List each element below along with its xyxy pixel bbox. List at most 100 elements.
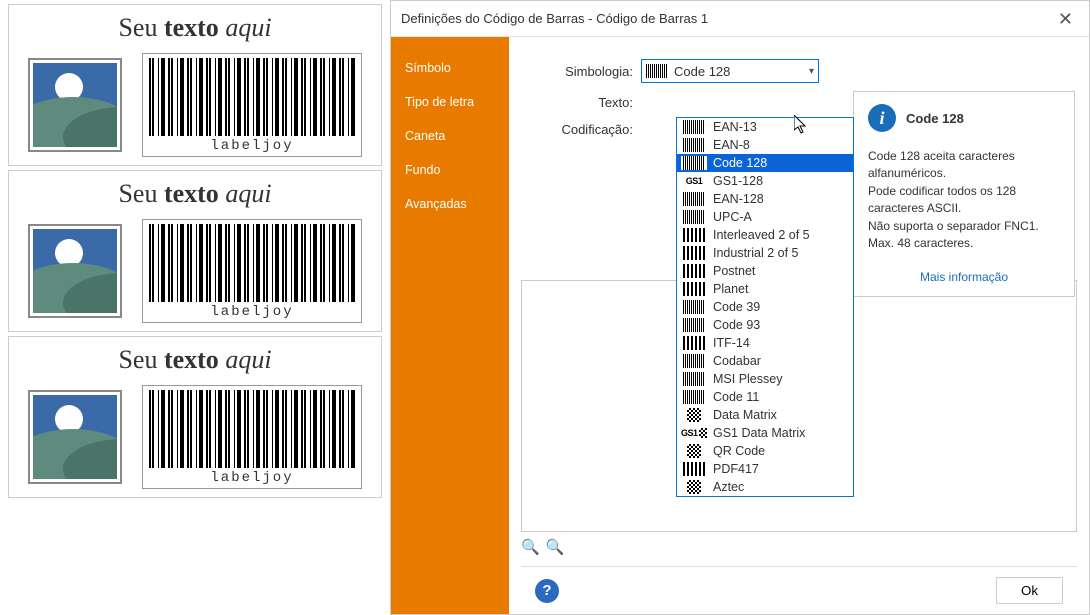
label-instance[interactable]: Seu texto aqui labeljoy	[8, 170, 382, 332]
tab-simbolo[interactable]: Símbolo	[391, 51, 509, 85]
dropdown-option-label: Codabar	[713, 354, 761, 368]
dropdown-option-label: Code 128	[713, 156, 767, 170]
dropdown-option[interactable]: Interleaved 2 of 5	[677, 226, 853, 244]
dropdown-option[interactable]: Data Matrix	[677, 406, 853, 424]
dropdown-option[interactable]: Aztec	[677, 478, 853, 496]
dropdown-option[interactable]: Postnet	[677, 262, 853, 280]
dropdown-option[interactable]: MSI Plessey	[677, 370, 853, 388]
symbology-combobox[interactable]: Code 128 ▾	[641, 59, 819, 83]
dropdown-option-label: Code 39	[713, 300, 760, 314]
dropdown-option[interactable]: Codabar	[677, 352, 853, 370]
dropdown-option-label: Data Matrix	[713, 408, 777, 422]
matrix-code-icon	[681, 480, 707, 494]
matrix-code-icon	[681, 444, 707, 458]
info-description: Code 128 aceita caracteres alfanuméricos…	[868, 148, 1060, 252]
zoom-out-button[interactable]: 🔍	[546, 538, 565, 556]
dropdown-option-label: Code 11	[713, 390, 759, 404]
dropdown-option[interactable]: ITF-14	[677, 334, 853, 352]
dropdown-option-label: PDF417	[713, 462, 759, 476]
barcode-icon	[646, 64, 668, 78]
info-icon: i	[868, 104, 896, 132]
tab-fundo[interactable]: Fundo	[391, 153, 509, 187]
barcode-icon	[681, 318, 707, 332]
label-instance[interactable]: Seu texto aqui labeljoy	[8, 4, 382, 166]
dropdown-option[interactable]: Code 128	[677, 154, 853, 172]
dropdown-option-label: UPC-A	[713, 210, 752, 224]
barcode-icon	[681, 336, 707, 350]
help-button[interactable]: ?	[535, 579, 559, 603]
barcode-icon	[681, 120, 707, 134]
dropdown-option[interactable]: Code 93	[677, 316, 853, 334]
barcode-element[interactable]: labeljoy	[142, 385, 362, 489]
barcode-element[interactable]: labeljoy	[142, 219, 362, 323]
dropdown-option[interactable]: GS1 GS1-128	[677, 172, 853, 190]
dropdown-option[interactable]: Planet	[677, 280, 853, 298]
label-title-text[interactable]: Seu texto aqui	[9, 345, 381, 375]
dropdown-option[interactable]: UPC-A	[677, 208, 853, 226]
dropdown-option[interactable]: Code 39	[677, 298, 853, 316]
combo-selected-value: Code 128	[674, 64, 730, 79]
dropdown-option[interactable]: EAN-8	[677, 136, 853, 154]
gs1-icon: GS1	[681, 174, 707, 188]
dropdown-option-label: MSI Plessey	[713, 372, 782, 386]
dropdown-option[interactable]: EAN-13	[677, 118, 853, 136]
barcode-settings-dialog: Definições do Código de Barras - Código …	[390, 0, 1090, 615]
dropdown-option-label: GS1 Data Matrix	[713, 426, 805, 440]
dropdown-option-label: EAN-128	[713, 192, 764, 206]
barcode-element[interactable]: labeljoy	[142, 53, 362, 157]
dropdown-option[interactable]: Industrial 2 of 5	[677, 244, 853, 262]
image-placeholder[interactable]	[28, 224, 122, 318]
label-title-text[interactable]: Seu texto aqui	[9, 179, 381, 209]
image-placeholder[interactable]	[28, 58, 122, 152]
barcode-icon	[681, 372, 707, 386]
label-codificacao: Codificação:	[521, 122, 641, 137]
dropdown-option[interactable]: PDF417	[677, 460, 853, 478]
label-texto: Texto:	[521, 95, 641, 110]
dropdown-option-label: Interleaved 2 of 5	[713, 228, 810, 242]
tab-tipo-de-letra[interactable]: Tipo de letra	[391, 85, 509, 119]
dropdown-option-label: QR Code	[713, 444, 765, 458]
label-instance[interactable]: Seu texto aqui labeljoy	[8, 336, 382, 498]
barcode-icon	[681, 354, 707, 368]
image-placeholder[interactable]	[28, 390, 122, 484]
dropdown-option-label: Postnet	[713, 264, 755, 278]
dropdown-option[interactable]: QR Code	[677, 442, 853, 460]
dropdown-option-label: GS1-128	[713, 174, 763, 188]
tab-caneta[interactable]: Caneta	[391, 119, 509, 153]
barcode-icon	[681, 390, 707, 404]
dropdown-option-label: Industrial 2 of 5	[713, 246, 798, 260]
gs1-datamatrix-icon: GS1	[681, 426, 707, 440]
info-title: Code 128	[906, 111, 964, 126]
barcode-icon	[681, 228, 707, 242]
dropdown-option[interactable]: EAN-128	[677, 190, 853, 208]
dropdown-option-label: EAN-8	[713, 138, 750, 152]
symbology-dropdown-list[interactable]: EAN-13 EAN-8 Code 128 GS1 GS1-128 EAN-128 UPC-…	[676, 117, 854, 497]
label-simbologia: Simbologia:	[521, 64, 641, 79]
barcode-icon	[681, 282, 707, 296]
design-canvas: Seu texto aqui labeljoy Seu texto aqui l…	[0, 0, 390, 615]
barcode-icon	[681, 138, 707, 152]
dropdown-option-label: EAN-13	[713, 120, 757, 134]
more-info-link[interactable]: Mais informação	[920, 270, 1008, 284]
barcode-icon	[681, 300, 707, 314]
barcode-icon	[681, 210, 707, 224]
tab-avancadas[interactable]: Avançadas	[391, 187, 509, 221]
zoom-in-button[interactable]: 🔍	[521, 538, 540, 556]
dropdown-option-label: Planet	[713, 282, 748, 296]
barcode-icon	[681, 156, 707, 170]
dialog-title-text: Definições do Código de Barras - Código …	[401, 1, 708, 37]
chevron-down-icon: ▾	[809, 66, 814, 77]
barcode-icon	[681, 246, 707, 260]
dropdown-option[interactable]: GS1 GS1 Data Matrix	[677, 424, 853, 442]
barcode-icon	[681, 264, 707, 278]
ok-button[interactable]: Ok	[996, 577, 1063, 604]
matrix-code-icon	[681, 408, 707, 422]
dropdown-option-label: ITF-14	[713, 336, 750, 350]
dropdown-option[interactable]: Code 11	[677, 388, 853, 406]
dropdown-option-label: Code 93	[713, 318, 760, 332]
dialog-side-tabs: Símbolo Tipo de letra Caneta Fundo Avanç…	[391, 37, 509, 614]
info-panel: i Code 128 Code 128 aceita caracteres al…	[853, 91, 1075, 297]
label-title-text[interactable]: Seu texto aqui	[9, 13, 381, 43]
close-button[interactable]: ✕	[1052, 1, 1079, 37]
barcode-icon	[681, 192, 707, 206]
